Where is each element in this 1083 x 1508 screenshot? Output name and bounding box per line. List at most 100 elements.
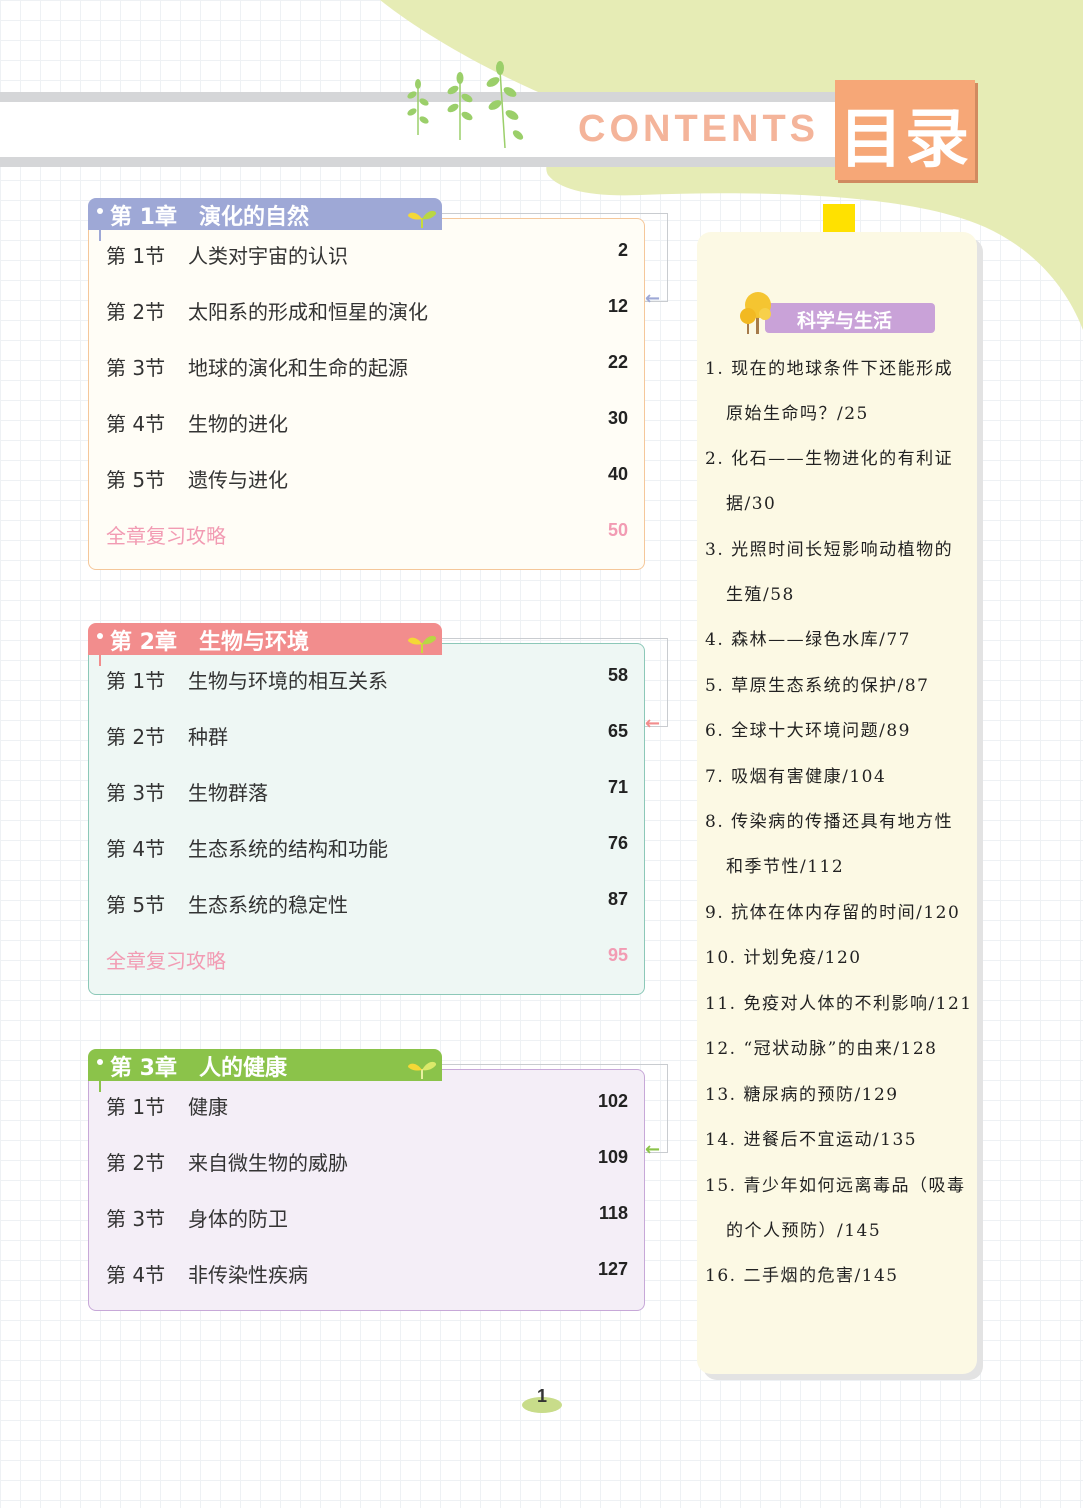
section-number: 第 2节 bbox=[106, 300, 166, 324]
section-row[interactable]: 第 5节 遗传与进化 40 bbox=[106, 464, 628, 494]
science-life-item[interactable]: 10. 计划免疫/120 bbox=[705, 936, 980, 981]
item-text: 4. 森林——绿色水库/77 bbox=[705, 630, 911, 650]
review-label: 全章复习攻略 bbox=[106, 524, 226, 548]
tree-icon bbox=[740, 292, 771, 334]
page-number: 30 bbox=[607, 408, 628, 428]
section-number: 第 3节 bbox=[106, 781, 166, 805]
chapter-review-row[interactable]: 全章复习攻略 95 bbox=[106, 945, 628, 975]
section-name: 生态系统的结构和功能 bbox=[188, 837, 388, 861]
science-life-item[interactable]: 15. 青少年如何远离毒品（吸毒 的个人预防）/145 bbox=[705, 1164, 980, 1254]
contents-heading: CONTENTS bbox=[578, 108, 819, 150]
arrow-left-icon: ← bbox=[645, 713, 661, 734]
section-row[interactable]: 第 2节 太阳系的形成和恒星的演化 12 bbox=[106, 296, 628, 326]
page-number: 50 bbox=[607, 520, 628, 540]
chapter-3-header[interactable]: 第 3章 人的健康 bbox=[88, 1049, 442, 1081]
sprout-icon bbox=[408, 635, 437, 653]
chapter-review-row[interactable]: 全章复习攻略 50 bbox=[106, 520, 628, 550]
section-row[interactable]: 第 2节 来自微生物的威胁 109 bbox=[106, 1147, 628, 1177]
item-text: 8. 传染病的传播还具有地方性 bbox=[705, 812, 954, 832]
section-row[interactable]: 第 2节 种群 65 bbox=[106, 721, 628, 751]
section-row[interactable]: 第 1节 健康 102 bbox=[106, 1091, 628, 1121]
page-number: 71 bbox=[607, 777, 628, 797]
page-number: 58 bbox=[607, 665, 628, 685]
item-text: 16. 二手烟的危害/145 bbox=[705, 1266, 899, 1286]
section-row[interactable]: 第 4节 生态系统的结构和功能 76 bbox=[106, 833, 628, 863]
chapter-2: ← 第 2章 生物与环境 第 1节 生物与环境的相互关系 58 第 2节 种群 65 第… bbox=[88, 623, 668, 1003]
section-row[interactable]: 第 4节 非传染性疾病 127 bbox=[106, 1259, 628, 1289]
section-row[interactable]: 第 3节 生物群落 71 bbox=[106, 777, 628, 807]
section-number: 第 3节 bbox=[106, 356, 166, 380]
science-life-item[interactable]: 12. “冠状动脉”的由来/128 bbox=[705, 1027, 980, 1072]
item-text: 12. “冠状动脉”的由来/128 bbox=[705, 1039, 938, 1059]
science-life-item[interactable]: 14. 进餐后不宜运动/135 bbox=[705, 1118, 980, 1163]
science-life-item[interactable]: 6. 全球十大环境问题/89 bbox=[705, 709, 980, 754]
bullet-dot-icon bbox=[97, 208, 103, 214]
science-life-item[interactable]: 2. 化石——生物进化的有利证 据/30 bbox=[705, 437, 980, 527]
section-number: 第 3节 bbox=[106, 1207, 166, 1231]
chapter-1: ← 第 1章 演化的自然 第 1节 人类对宇宙的认识 2 第 2节 太阳系的形成和恒星… bbox=[88, 198, 668, 578]
leaf-sprigs-icon bbox=[407, 61, 524, 149]
page-number: 118 bbox=[598, 1203, 628, 1223]
science-life-item[interactable]: 3. 光照时间长短影响动植物的 生殖/58 bbox=[705, 528, 980, 618]
section-row[interactable]: 第 4节 生物的进化 30 bbox=[106, 408, 628, 438]
science-life-item[interactable]: 13. 糖尿病的预防/129 bbox=[705, 1073, 980, 1118]
section-number: 第 4节 bbox=[106, 837, 166, 861]
section-number: 第 5节 bbox=[106, 893, 166, 917]
section-name: 地球的演化和生命的起源 bbox=[188, 356, 408, 380]
chapter-3-title: 第 3章 人的健康 bbox=[110, 1056, 287, 1081]
bullet-dot-icon bbox=[97, 633, 103, 639]
section-name: 生物群落 bbox=[188, 781, 268, 805]
section-row[interactable]: 第 3节 身体的防卫 118 bbox=[106, 1203, 628, 1233]
science-life-item[interactable]: 4. 森林——绿色水库/77 bbox=[705, 618, 980, 663]
item-text-continued: 生殖/58 bbox=[726, 585, 795, 605]
science-life-item[interactable]: 8. 传染病的传播还具有地方性和季节性/112 bbox=[705, 800, 980, 890]
science-life-title: 科学与生活 bbox=[797, 310, 893, 332]
chapter-2-header[interactable]: 第 2章 生物与环境 bbox=[88, 623, 442, 655]
section-number: 第 4节 bbox=[106, 1263, 166, 1287]
sprout-icon bbox=[408, 210, 437, 228]
item-text: 5. 草原生态系统的保护/87 bbox=[705, 676, 930, 696]
chapter-1-title: 第 1章 演化的自然 bbox=[110, 205, 309, 230]
section-name: 身体的防卫 bbox=[188, 1207, 288, 1231]
mulu-title: 目录 bbox=[839, 103, 971, 177]
mulu-title-box: 目录 bbox=[835, 80, 975, 180]
item-text-continued: 和季节性/112 bbox=[726, 857, 845, 877]
section-number: 第 4节 bbox=[106, 412, 166, 436]
section-name: 生物与环境的相互关系 bbox=[188, 669, 388, 693]
section-name: 遗传与进化 bbox=[188, 468, 288, 492]
section-name: 人类对宇宙的认识 bbox=[188, 244, 348, 268]
item-text: 6. 全球十大环境问题/89 bbox=[705, 721, 911, 741]
section-name: 生态系统的稳定性 bbox=[188, 893, 348, 917]
chapter-1-header[interactable]: 第 1章 演化的自然 bbox=[88, 198, 442, 230]
page-number: 95 bbox=[607, 945, 628, 965]
page-number: 2 bbox=[617, 240, 628, 260]
section-row[interactable]: 第 5节 生态系统的稳定性 87 bbox=[106, 889, 628, 919]
section-number: 第 1节 bbox=[106, 1095, 166, 1119]
arrow-left-icon: ← bbox=[645, 288, 661, 309]
section-row[interactable]: 第 1节 生物与环境的相互关系 58 bbox=[106, 665, 628, 695]
page-number: 22 bbox=[607, 352, 628, 372]
section-row[interactable]: 第 3节 地球的演化和生命的起源 22 bbox=[106, 352, 628, 382]
science-life-item[interactable]: 7. 吸烟有害健康/104 bbox=[705, 755, 980, 800]
science-life-item[interactable]: 16. 二手烟的危害/145 bbox=[705, 1254, 980, 1299]
item-text: 14. 进餐后不宜运动/135 bbox=[705, 1130, 918, 1150]
section-row[interactable]: 第 1节 人类对宇宙的认识 2 bbox=[106, 240, 628, 270]
section-number: 第 2节 bbox=[106, 725, 166, 749]
sprout-icon bbox=[408, 1061, 437, 1079]
section-name: 生物的进化 bbox=[188, 412, 288, 436]
item-text: 9. 抗体在体内存留的时间/120 bbox=[705, 903, 961, 923]
page-number: 76 bbox=[607, 833, 628, 853]
section-name: 来自微生物的威胁 bbox=[188, 1151, 348, 1175]
science-life-item[interactable]: 11. 免疫对人体的不利影响/121 bbox=[705, 982, 980, 1027]
science-life-item[interactable]: 9. 抗体在体内存留的时间/120 bbox=[705, 891, 980, 936]
page-number: 127 bbox=[597, 1259, 628, 1279]
item-text: 15. 青少年如何远离毒品（吸毒 bbox=[705, 1176, 966, 1196]
header-stripe-bottom bbox=[0, 157, 835, 167]
section-name: 非传染性疾病 bbox=[188, 1263, 308, 1287]
science-life-item[interactable]: 1. 现在的地球条件下还能形成 原始生命吗？/25 bbox=[705, 347, 980, 437]
chapter-2-box bbox=[88, 643, 645, 995]
page-number: 65 bbox=[607, 721, 628, 741]
item-text-continued: 据/30 bbox=[726, 494, 777, 514]
science-life-item[interactable]: 5. 草原生态系统的保护/87 bbox=[705, 664, 980, 709]
section-number: 第 5节 bbox=[106, 468, 166, 492]
